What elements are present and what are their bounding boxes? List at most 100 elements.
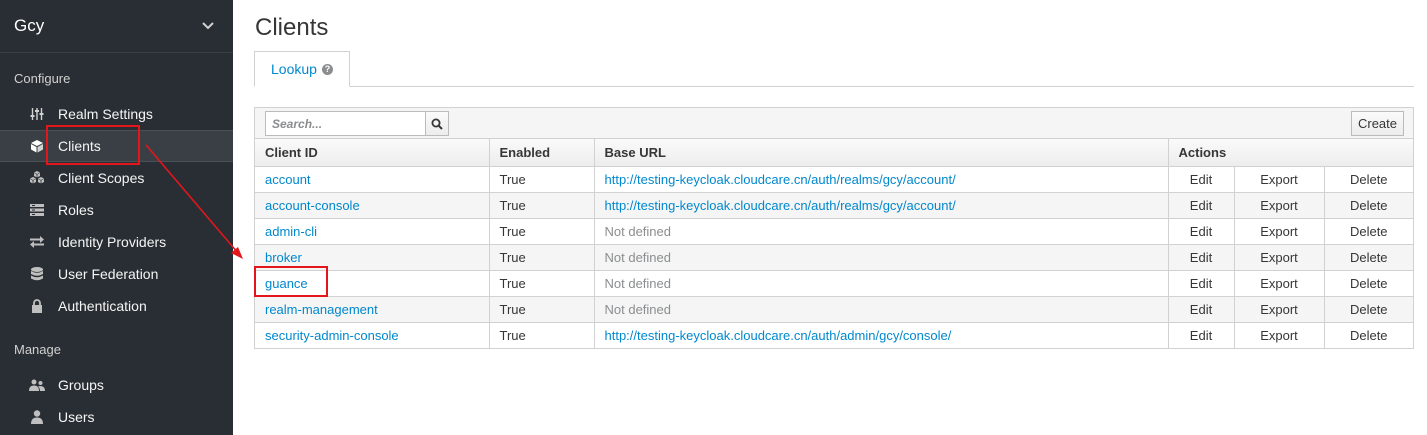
edit-button[interactable]: Edit [1168, 166, 1235, 193]
delete-button[interactable]: Delete [1324, 270, 1413, 297]
manage-heading: Manage [14, 342, 61, 357]
table-row: account-console True http://testing-keyclo… [255, 192, 1413, 219]
delete-button[interactable]: Delete [1324, 244, 1413, 271]
client-id-link[interactable]: account-console [255, 192, 490, 219]
base-url-cell[interactable]: http://testing-keycloak.cloudcare.cn/aut… [594, 166, 1169, 193]
database-icon [29, 266, 45, 282]
delete-button[interactable]: Delete [1324, 296, 1413, 323]
roles-list-icon [29, 202, 45, 218]
column-header-enabled: Enabled [489, 139, 595, 167]
sliders-icon [29, 106, 45, 122]
enabled-cell: True [489, 270, 595, 297]
enabled-cell: True [489, 192, 595, 219]
sidebar-item-client-scopes[interactable]: Client Scopes [0, 162, 233, 194]
sidebar-item-label: Client Scopes [58, 170, 145, 186]
client-id-link[interactable]: admin-cli [255, 218, 490, 245]
client-id-link[interactable]: account [255, 166, 490, 193]
delete-button[interactable]: Delete [1324, 166, 1413, 193]
base-url-cell: Not defined [594, 296, 1169, 323]
enabled-cell: True [489, 166, 595, 193]
create-button[interactable]: Create [1351, 111, 1404, 136]
export-button[interactable]: Export [1234, 192, 1325, 219]
sidebar-item-label: Roles [58, 202, 94, 218]
sidebar-item-roles[interactable]: Roles [0, 194, 233, 226]
export-button[interactable]: Export [1234, 270, 1325, 297]
search-input[interactable] [265, 111, 426, 136]
sidebar-item-identity-providers[interactable]: Identity Providers [0, 226, 233, 258]
column-header-client-id: Client ID [255, 139, 490, 167]
edit-button[interactable]: Edit [1168, 192, 1235, 219]
export-button[interactable]: Export [1234, 244, 1325, 271]
table-body: account True http://testing-keycloak.cloud… [255, 166, 1413, 348]
sidebar-item-label: Clients [58, 138, 101, 154]
table-header-row: Client ID Enabled Base URL Actions [255, 139, 1413, 167]
column-header-actions: Actions [1168, 139, 1413, 167]
edit-button[interactable]: Edit [1168, 244, 1235, 271]
cube-icon [29, 138, 45, 154]
page-title: Clients [255, 14, 329, 41]
delete-button[interactable]: Delete [1324, 192, 1413, 219]
export-button[interactable]: Export [1234, 166, 1325, 193]
users-icon [29, 377, 45, 393]
enabled-cell: True [489, 322, 595, 348]
base-url-cell: Not defined [594, 270, 1169, 297]
user-icon [29, 409, 45, 425]
sidebar-item-label: Realm Settings [58, 106, 153, 122]
base-url-cell[interactable]: http://testing-keycloak.cloudcare.cn/aut… [594, 192, 1169, 219]
help-icon[interactable]: ? [321, 63, 333, 75]
sidebar-item-users[interactable]: Users [0, 401, 233, 433]
sidebar-item-label: Authentication [58, 298, 147, 314]
sidebar-item-user-federation[interactable]: User Federation [0, 258, 233, 290]
table-toolbar: Create [255, 108, 1413, 139]
clients-table: Client ID Enabled Base URL Actions accou… [255, 139, 1413, 348]
sidebar-item-realm-settings[interactable]: Realm Settings [0, 98, 233, 130]
main-content: Clients Lookup ? Create Client ID Enable… [233, 0, 1427, 435]
table-row: admin-cli True Not defined Edit Export Delete [255, 218, 1413, 245]
export-button[interactable]: Export [1234, 218, 1325, 245]
edit-button[interactable]: Edit [1168, 270, 1235, 297]
sidebar-item-label: Users [58, 409, 95, 425]
sidebar-item-groups[interactable]: Groups [0, 369, 233, 401]
realm-name: Gcy [14, 16, 45, 35]
tab-label: Lookup [271, 61, 317, 77]
sidebar-item-label: Identity Providers [58, 234, 167, 250]
tab-bar: Lookup ? [254, 51, 1414, 87]
table-row: broker True Not defined Edit Export Delete [255, 244, 1413, 271]
sidebar-item-clients[interactable]: Clients [0, 130, 233, 162]
base-url-cell[interactable]: http://testing-keycloak.cloudcare.cn/aut… [594, 322, 1169, 348]
sidebar: Gcy Configure Realm Settings Clients Cli… [0, 0, 233, 435]
configure-heading: Configure [14, 71, 71, 86]
enabled-cell: True [489, 244, 595, 271]
manage-nav: Groups Users [0, 369, 233, 433]
delete-button[interactable]: Delete [1324, 322, 1413, 348]
lock-icon [29, 298, 45, 314]
search-button[interactable] [425, 111, 449, 136]
chevron-down-icon [201, 19, 215, 33]
table-row: guance True Not defined Edit Export Delete [255, 270, 1413, 297]
sidebar-item-authentication[interactable]: Authentication [0, 290, 233, 322]
client-id-link[interactable]: realm-management [255, 296, 490, 323]
client-id-link[interactable]: guance [255, 270, 490, 297]
client-id-link[interactable]: security-admin-console [255, 322, 490, 348]
export-button[interactable]: Export [1234, 322, 1325, 348]
edit-button[interactable]: Edit [1168, 218, 1235, 245]
export-button[interactable]: Export [1234, 296, 1325, 323]
delete-button[interactable]: Delete [1324, 218, 1413, 245]
client-id-link[interactable]: broker [255, 244, 490, 271]
base-url-cell: Not defined [594, 244, 1169, 271]
edit-button[interactable]: Edit [1168, 322, 1235, 348]
search-icon [431, 118, 443, 130]
realm-selector[interactable]: Gcy [0, 0, 233, 53]
configure-nav: Realm Settings Clients Client Scopes Rol… [0, 98, 233, 322]
sidebar-item-label: User Federation [58, 266, 159, 282]
table-row: realm-management True Not defined Edit Expor… [255, 296, 1413, 323]
enabled-cell: True [489, 218, 595, 245]
tab-lookup[interactable]: Lookup ? [254, 51, 350, 87]
cubes-icon [29, 170, 45, 186]
edit-button[interactable]: Edit [1168, 296, 1235, 323]
exchange-icon [29, 234, 45, 250]
enabled-cell: True [489, 296, 595, 323]
table-row: security-admin-console True http://testing… [255, 322, 1413, 348]
clients-table-panel: Create Client ID Enabled Base URL Action… [254, 107, 1414, 349]
sidebar-item-label: Groups [58, 377, 104, 393]
